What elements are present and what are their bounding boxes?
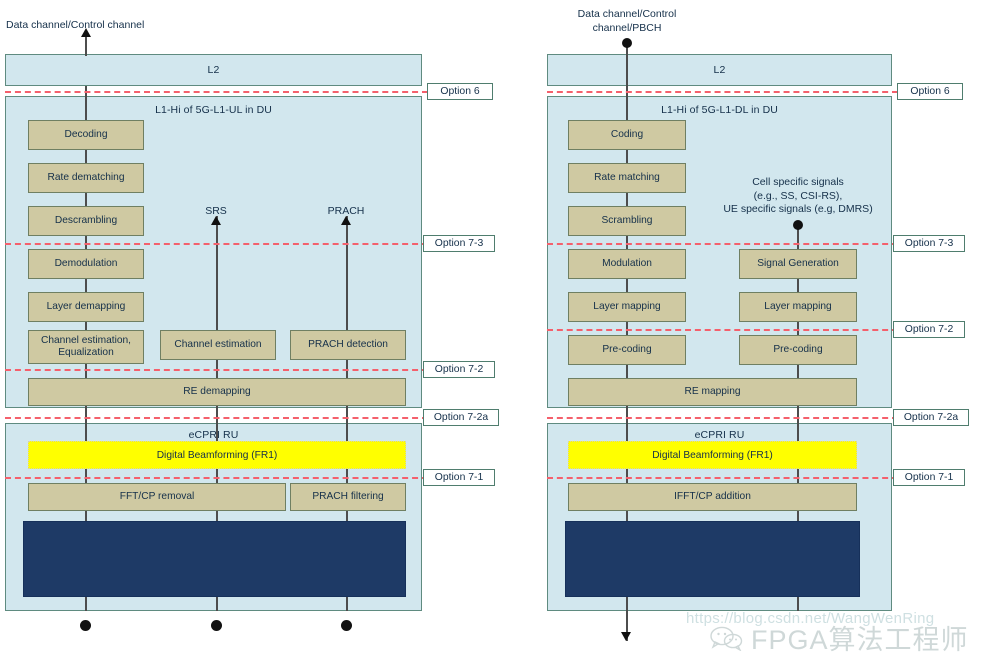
downlink-split-option-7-2	[547, 329, 898, 331]
uplink-box-rate-dematching[interactable]: Rate dematching	[28, 163, 144, 193]
uplink-ru-title: eCPRI RU	[188, 429, 239, 441]
option-tag-6-right[interactable]: Option 6	[897, 83, 963, 100]
downlink-ru-title: eCPRI RU	[694, 429, 745, 441]
uplink-split-option-7-2	[5, 369, 428, 371]
uplink-split-option-7-3	[5, 243, 428, 245]
downlink-split-option-6	[547, 91, 898, 93]
uplink-box-channel-estimation-equalization[interactable]: Channel estimation, Equalization	[28, 330, 144, 364]
downlink-l2-panel: L2	[547, 54, 892, 86]
downlink-box-pre-coding-signal[interactable]: Pre-coding	[739, 335, 857, 365]
uplink-box-digital-beamforming[interactable]: Digital Beamforming (FR1)	[28, 441, 406, 469]
downlink-split-option-7-1	[547, 477, 898, 479]
uplink-box-decoding[interactable]: Decoding	[28, 120, 144, 150]
downlink-du-title: L1-Hi of 5G-L1-DL in DU	[661, 104, 778, 116]
uplink-top-stem	[85, 36, 87, 56]
downlink-box-signal-generation[interactable]: Signal Generation	[739, 249, 857, 279]
watermark-url: https://blog.csdn.net/WangWenRing	[686, 610, 935, 627]
watermark-brand: FPGA算法工程师	[710, 618, 969, 657]
uplink-split-option-7-1	[5, 477, 428, 479]
uplink-top-arrow	[81, 28, 91, 37]
uplink-box-channel-estimation-equalization-label: Channel estimation, Equalization	[40, 334, 132, 359]
downlink-box-coding[interactable]: Coding	[568, 120, 686, 150]
downlink-signals-label: Cell specific signals (e.g., SS, CSI-RS)…	[723, 176, 873, 215]
downlink-rf-block	[565, 521, 860, 597]
uplink-box-re-demapping[interactable]: RE demapping	[28, 378, 406, 406]
uplink-box-prach-filtering[interactable]: PRACH filtering	[290, 483, 406, 511]
uplink-box-fft-cp-removal[interactable]: FFT/CP removal	[28, 483, 286, 511]
downlink-box-modulation[interactable]: Modulation	[568, 249, 686, 279]
uplink-box-channel-estimation[interactable]: Channel estimation	[160, 330, 276, 360]
uplink-split-option-6	[5, 91, 428, 93]
downlink-box-re-mapping[interactable]: RE mapping	[568, 378, 857, 406]
uplink-rf-block	[23, 521, 406, 597]
wechat-icon	[710, 625, 744, 651]
uplink-l2-label: L2	[207, 64, 220, 76]
option-tag-7-2-right[interactable]: Option 7-2	[893, 321, 965, 338]
downlink-signals-dot	[793, 220, 803, 230]
uplink-box-demodulation[interactable]: Demodulation	[28, 249, 144, 279]
option-tag-7-2-left[interactable]: Option 7-2	[423, 361, 495, 378]
uplink-l2-panel: L2	[5, 54, 422, 86]
downlink-box-rate-matching[interactable]: Rate matching	[568, 163, 686, 193]
uplink-prach-arrow	[341, 216, 351, 225]
downlink-source-dot	[622, 38, 632, 48]
option-tag-7-2a-right[interactable]: Option 7-2a	[893, 409, 969, 426]
downlink-box-digital-beamforming[interactable]: Digital Beamforming (FR1)	[568, 441, 857, 469]
option-tag-7-1-right[interactable]: Option 7-1	[893, 469, 965, 486]
option-tag-7-2a-left[interactable]: Option 7-2a	[423, 409, 499, 426]
uplink-top-label: Data channel/Control channel	[6, 19, 145, 31]
option-tag-7-3-left[interactable]: Option 7-3	[423, 235, 495, 252]
option-tag-7-3-right[interactable]: Option 7-3	[893, 235, 965, 252]
downlink-box-ifft-cp-addition[interactable]: IFFT/CP addition	[568, 483, 857, 511]
option-tag-6-left[interactable]: Option 6	[427, 83, 493, 100]
downlink-box-scrambling[interactable]: Scrambling	[568, 206, 686, 236]
downlink-box-pre-coding[interactable]: Pre-coding	[568, 335, 686, 365]
uplink-du-title: L1-Hi of 5G-L1-UL in DU	[155, 104, 272, 116]
downlink-split-option-7-2a	[547, 417, 898, 419]
uplink-srs-arrow	[211, 216, 221, 225]
downlink-split-option-7-3	[547, 243, 898, 245]
downlink-top-label: Data channel/Control channel/PBCH	[577, 8, 677, 34]
uplink-antenna-dot-3	[341, 620, 352, 631]
uplink-box-layer-demapping[interactable]: Layer demapping	[28, 292, 144, 322]
downlink-output-arrow	[621, 632, 631, 641]
downlink-box-layer-mapping-signal[interactable]: Layer mapping	[739, 292, 857, 322]
downlink-box-layer-mapping[interactable]: Layer mapping	[568, 292, 686, 322]
uplink-box-prach-detection[interactable]: PRACH detection	[290, 330, 406, 360]
diagram-canvas: Data channel/Control channel L2 L1-Hi of…	[0, 0, 983, 671]
uplink-box-descrambling[interactable]: Descrambling	[28, 206, 144, 236]
uplink-split-option-7-2a	[5, 417, 428, 419]
option-tag-7-1-left[interactable]: Option 7-1	[423, 469, 495, 486]
downlink-l2-label: L2	[713, 64, 726, 76]
watermark-brand-text: FPGA算法工程师	[751, 625, 969, 655]
uplink-antenna-dot-1	[80, 620, 91, 631]
uplink-antenna-dot-2	[211, 620, 222, 631]
